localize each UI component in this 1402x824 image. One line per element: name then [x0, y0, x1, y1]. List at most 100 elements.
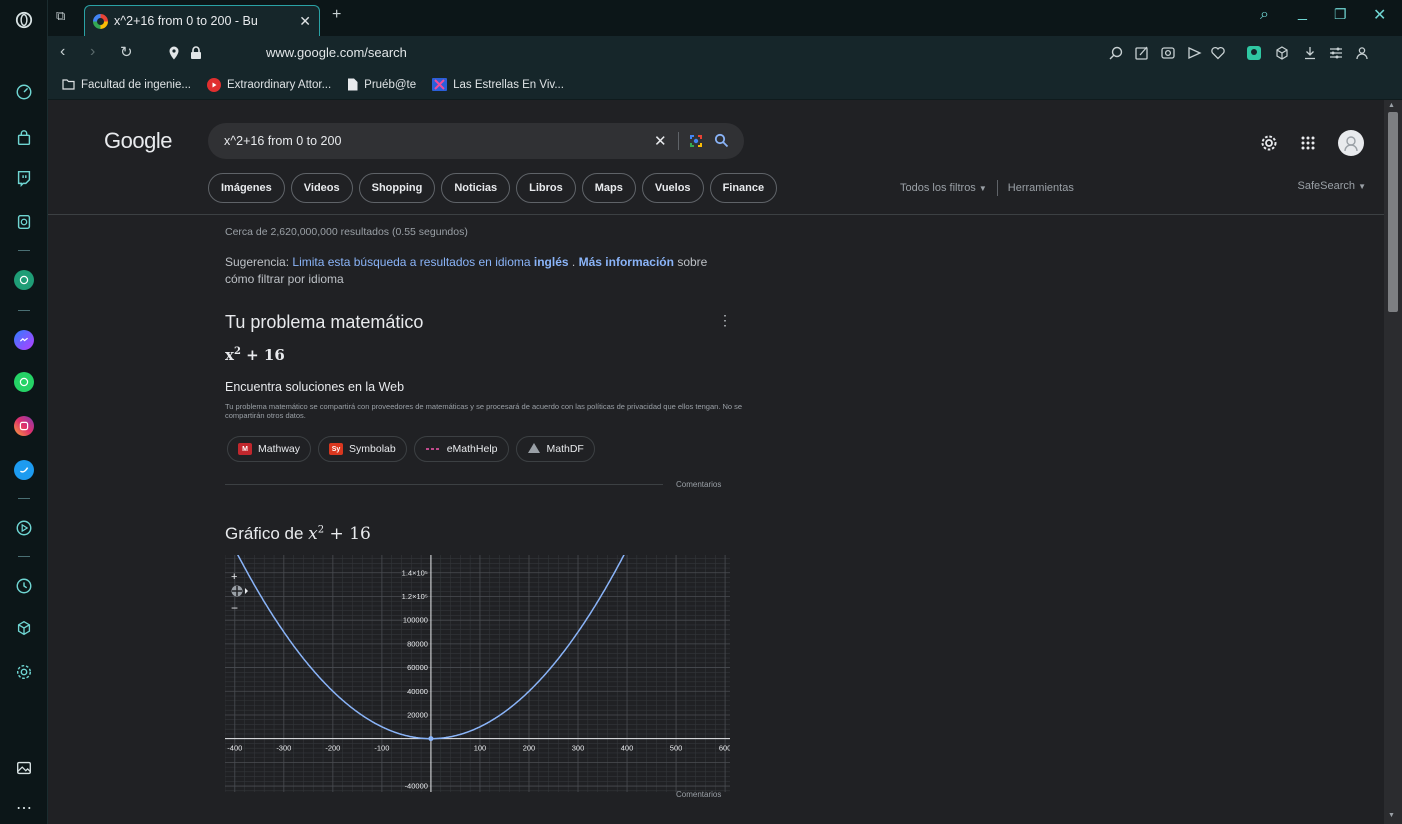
active-tab[interactable]: x^2+16 from 0 to 200 - Bu ✕	[84, 5, 320, 36]
location-pin-icon[interactable]	[166, 45, 182, 61]
scrollbar-thumb[interactable]	[1388, 112, 1398, 312]
forward-icon[interactable]: ›	[90, 43, 95, 61]
more-info-link[interactable]: Más información	[579, 255, 674, 269]
zoom-out-button[interactable]: −	[231, 601, 238, 615]
google-logo[interactable]: Google	[104, 128, 172, 154]
page-scrollbar[interactable]: ▲ ▼	[1384, 100, 1402, 824]
extensions-cube-toolbar-icon[interactable]	[1274, 45, 1290, 61]
clear-search-icon[interactable]: ✕	[654, 132, 667, 150]
profile-icon[interactable]	[1354, 45, 1370, 61]
chip-imagenes[interactable]: Imágenes	[208, 173, 285, 203]
function-graph[interactable]: -400 -300 -200 -100 100 200 300 400 500 600 -4000…	[225, 555, 730, 792]
search-box[interactable]: x^2+16 from 0 to 200 ✕	[208, 123, 744, 159]
snapshot-camera-icon[interactable]	[1160, 45, 1176, 61]
x-tick-label: 200	[523, 744, 536, 753]
tools-button[interactable]: Herramientas	[1008, 182, 1074, 194]
tab-search-icon[interactable]: ⌕	[1260, 6, 1269, 24]
all-filters-button[interactable]: Todos los filtros ▼	[900, 182, 987, 194]
bookmark-facultad[interactable]: Facultad de ingenie...	[62, 79, 191, 91]
chip-maps[interactable]: Maps	[581, 173, 636, 203]
bookmark-estrellas[interactable]: Las Estrellas En Viv...	[432, 78, 564, 91]
search-tools: Todos los filtros ▼ Herramientas	[900, 180, 1074, 196]
zoom-in-button[interactable]: +	[231, 571, 237, 583]
twitter-icon[interactable]	[12, 458, 36, 482]
settings-icon[interactable]	[1260, 134, 1278, 157]
send-flow-icon[interactable]	[1186, 45, 1202, 61]
mathway-logo-icon: M	[238, 443, 252, 455]
new-tab-icon[interactable]: +	[332, 6, 341, 24]
extension-green-icon[interactable]	[1246, 45, 1262, 61]
result-stats: Cerca de 2,620,000,000 resultados (0.55 …	[225, 226, 468, 238]
tab-close-icon[interactable]: ✕	[299, 13, 311, 30]
extensions-cube-icon[interactable]	[12, 616, 36, 640]
x-tick-label: -200	[325, 744, 340, 753]
graph-title: Gráfico de x2 + 16	[225, 524, 371, 544]
account-avatar[interactable]	[1338, 130, 1364, 161]
more-dots-icon[interactable]: ⋯	[12, 796, 36, 820]
instagram-icon[interactable]	[12, 414, 36, 438]
x-tick-label: 300	[572, 744, 585, 753]
las-estrellas-icon	[432, 78, 448, 91]
grid-major	[225, 555, 730, 792]
restore-icon[interactable]: ❐	[1334, 6, 1347, 23]
safesearch-button[interactable]: SafeSearch ▼	[1298, 180, 1366, 192]
y-tick-label: 100000	[403, 616, 428, 625]
page-search-icon[interactable]	[1108, 45, 1124, 61]
url-text[interactable]: www.google.com/search	[266, 45, 407, 60]
lock-icon[interactable]	[188, 45, 204, 61]
chip-noticias[interactable]: Noticias	[441, 173, 511, 203]
reload-icon[interactable]: ↻	[120, 43, 133, 61]
messenger-icon[interactable]	[12, 328, 36, 352]
history-icon[interactable]	[12, 574, 36, 598]
math-expression: x2 + 16	[225, 346, 285, 364]
close-window-icon[interactable]: ✕	[1373, 5, 1386, 25]
lens-icon[interactable]	[688, 133, 704, 152]
apps-grid-icon[interactable]	[1300, 135, 1316, 156]
suggestion-separator: .	[571, 255, 576, 269]
y-tick-label: 1.4×10⁵	[402, 568, 428, 577]
player-icon[interactable]	[12, 516, 36, 540]
workspaces-icon[interactable]: ⧉	[56, 8, 65, 24]
x-tick-label: -300	[276, 744, 291, 753]
settings-gear-icon[interactable]	[12, 660, 36, 684]
math-feedback-link[interactable]: Comentarios	[676, 480, 721, 489]
more-options-icon[interactable]: ⋮	[718, 312, 732, 329]
chip-vuelos[interactable]: Vuelos	[641, 173, 704, 203]
search-icon[interactable]	[714, 133, 729, 151]
search-query[interactable]: x^2+16 from 0 to 200	[224, 134, 341, 148]
bookmarks-bar: Facultad de ingenie... Extraordinary Att…	[48, 70, 1402, 100]
mathdf-button[interactable]: MathDF	[515, 436, 595, 462]
chip-libros[interactable]: Libros	[516, 173, 576, 203]
opera-logo-icon[interactable]	[12, 8, 36, 32]
easy-setup-icon[interactable]	[1328, 45, 1344, 61]
minimize-icon[interactable]: _	[1298, 4, 1307, 22]
google-favicon-icon	[93, 13, 108, 29]
heart-icon[interactable]	[1210, 45, 1226, 61]
shopping-icon[interactable]	[12, 126, 36, 150]
scroll-up-icon[interactable]: ▲	[1388, 102, 1395, 109]
whatsapp-icon[interactable]	[12, 370, 36, 394]
mathway-button[interactable]: M Mathway	[227, 436, 312, 462]
aria-ai-icon[interactable]	[12, 210, 36, 234]
back-icon[interactable]: ‹	[60, 43, 65, 61]
bookmark-pruebate[interactable]: Pruéb@te	[347, 78, 416, 91]
download-icon[interactable]	[1302, 45, 1318, 61]
y-tick-label: 60000	[407, 663, 428, 672]
wallpaper-icon[interactable]	[12, 756, 36, 780]
emathhelp-button[interactable]: eMathHelp	[413, 436, 509, 462]
x-tick-label: 100	[474, 744, 487, 753]
graph-feedback-link[interactable]: Comentarios	[676, 790, 721, 799]
bookmark-extraordinary[interactable]: Extraordinary Attor...	[206, 77, 331, 92]
share-edit-icon[interactable]	[1134, 45, 1150, 61]
youtube-icon	[206, 77, 221, 92]
chatgpt-icon[interactable]	[12, 268, 36, 292]
speed-dial-icon[interactable]	[12, 80, 36, 104]
symbolab-button[interactable]: Sy Symbolab	[318, 436, 407, 462]
limit-language-link[interactable]: Limita esta búsqueda a resultados en idi…	[292, 255, 568, 269]
graph-expr-rest: + 16	[324, 524, 371, 544]
chip-finance[interactable]: Finance	[709, 173, 778, 203]
twitch-icon[interactable]	[12, 166, 36, 190]
chip-shopping[interactable]: Shopping	[358, 173, 436, 203]
chip-videos[interactable]: Videos	[290, 173, 353, 203]
scroll-down-icon[interactable]: ▼	[1388, 812, 1395, 819]
